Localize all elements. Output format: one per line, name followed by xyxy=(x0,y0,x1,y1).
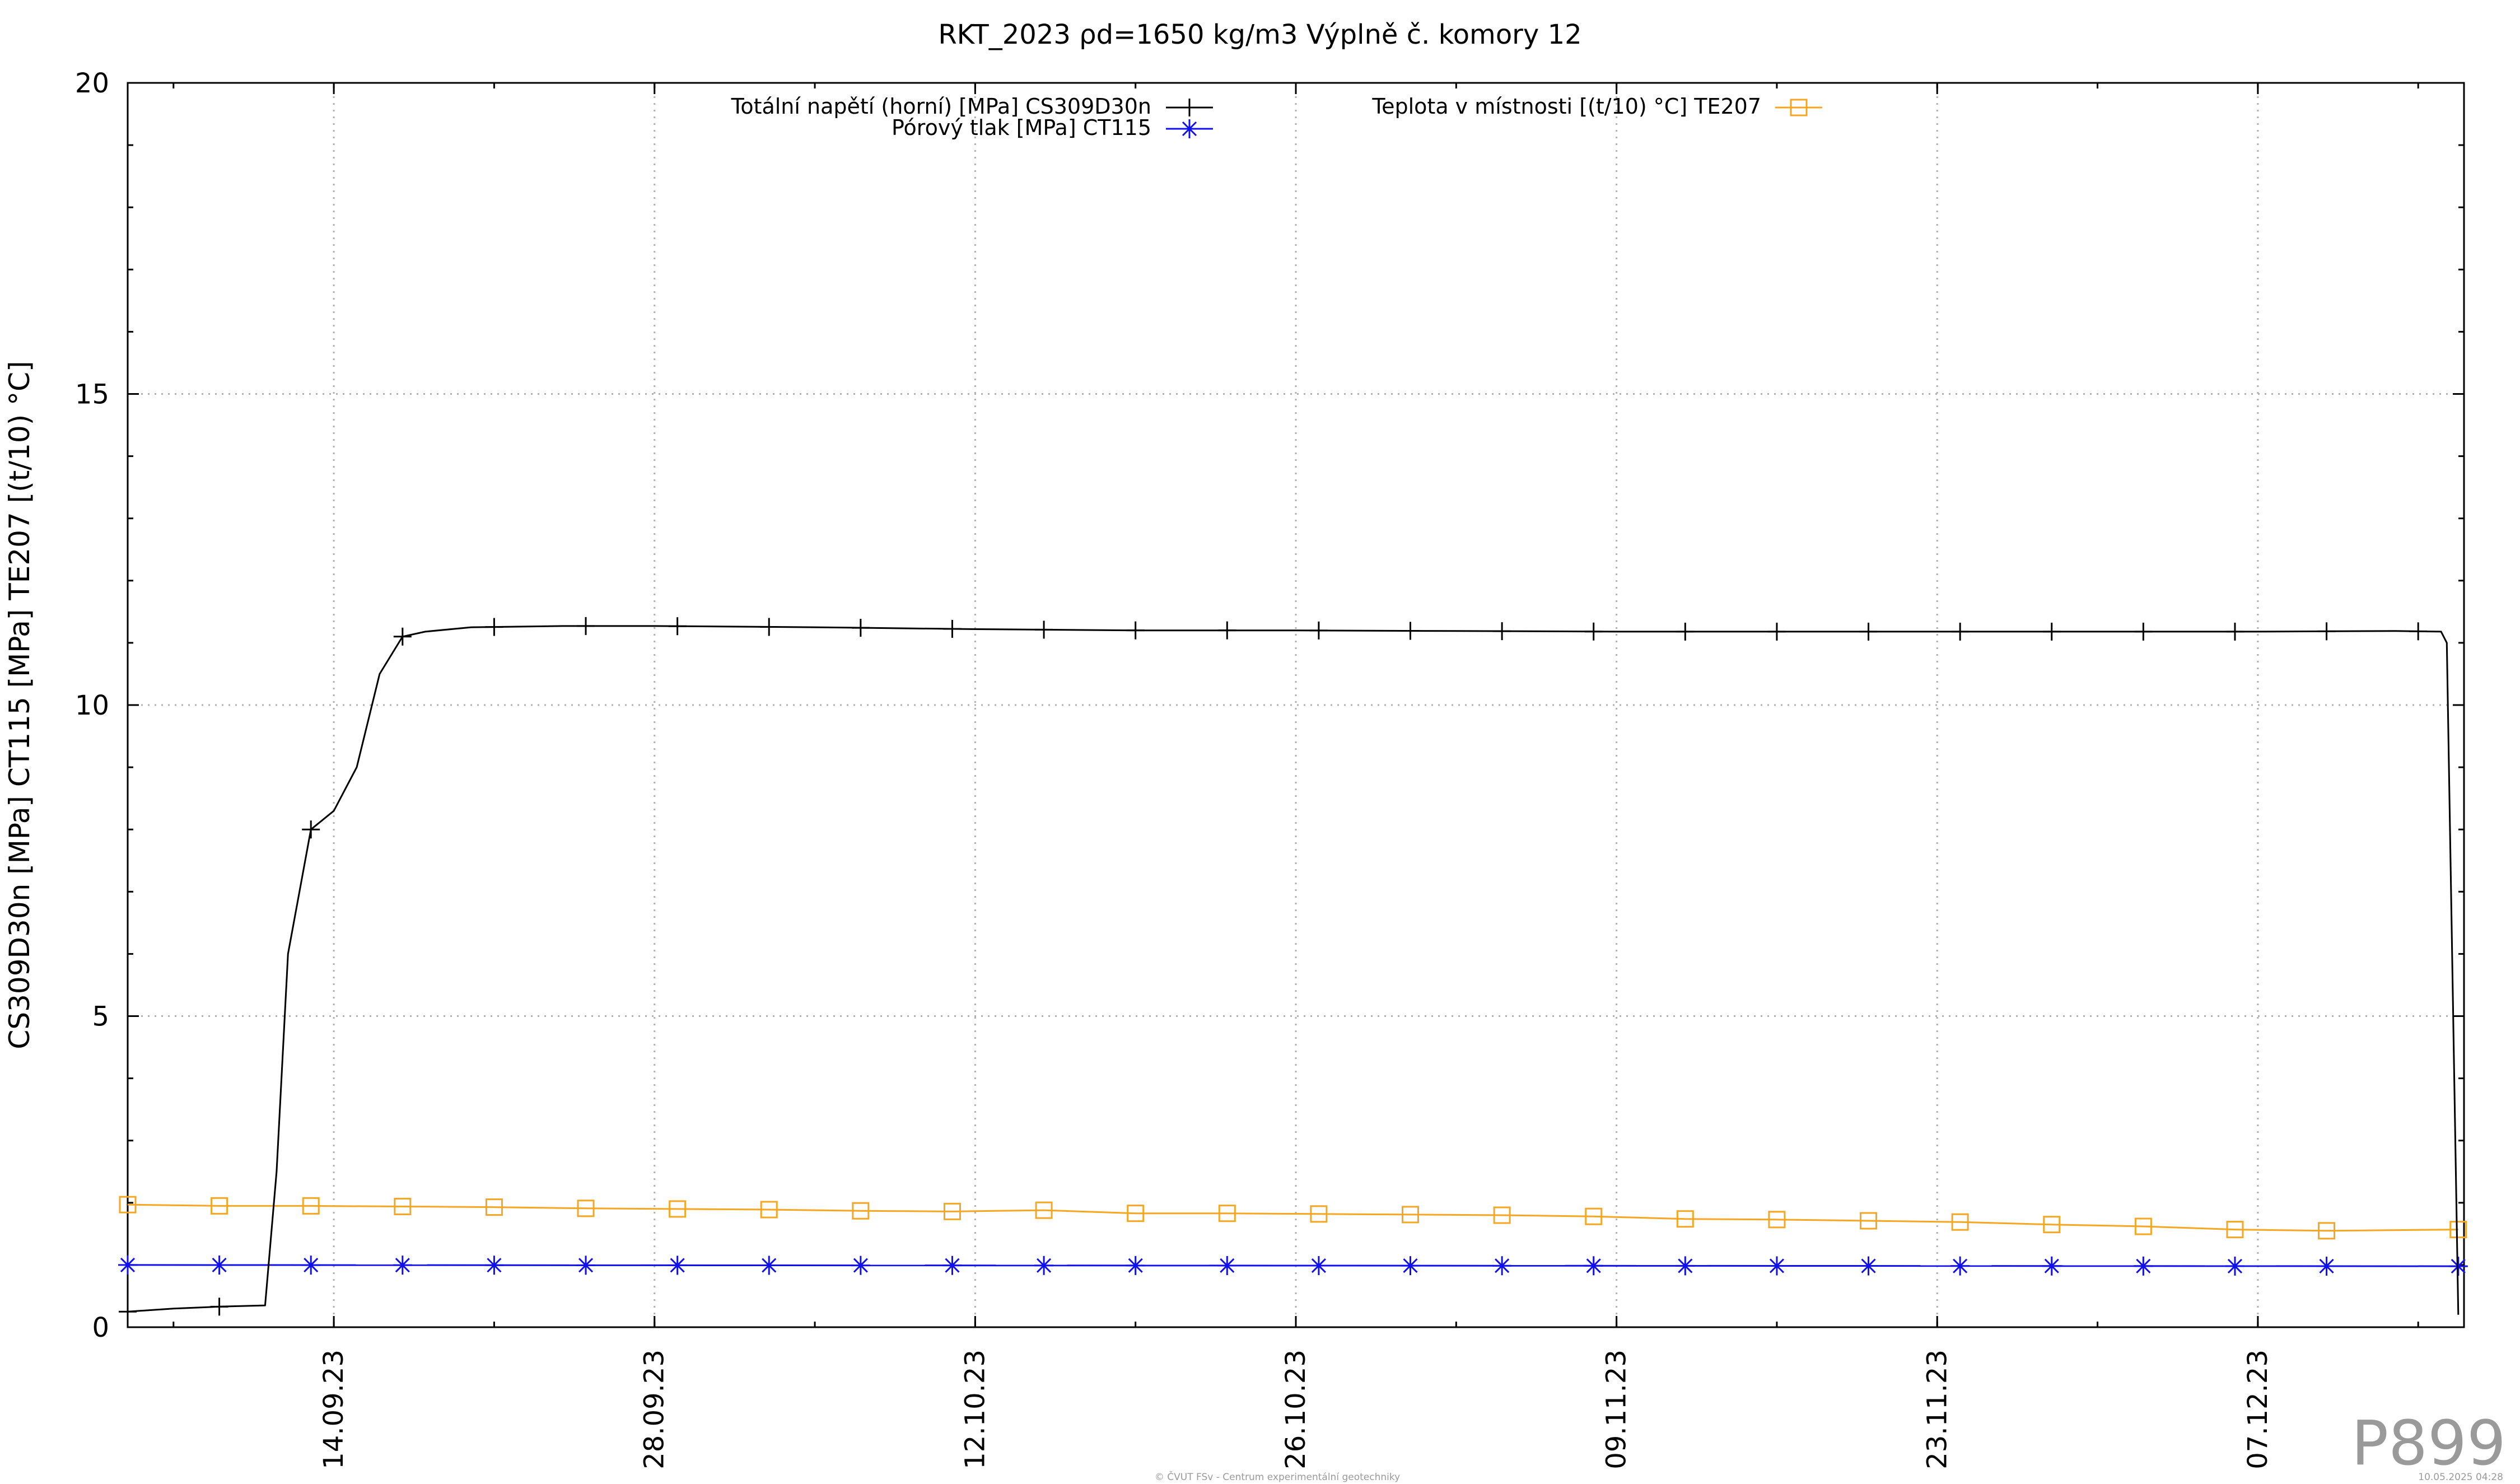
legend-sample-te207 xyxy=(1775,99,1822,116)
data-point-ct115 xyxy=(759,1256,779,1275)
data-point-ct115 xyxy=(1950,1256,1970,1276)
data-point-cs309d30n xyxy=(577,617,595,635)
data-point-cs309d30n xyxy=(302,820,320,839)
y-tick-label: 5 xyxy=(92,1001,109,1033)
series-ct115 xyxy=(118,1255,2468,1276)
data-point-cs309d30n xyxy=(1951,622,1970,641)
data-point-ct115 xyxy=(1767,1256,1786,1276)
data-point-cs309d30n xyxy=(1309,621,1328,640)
legend: Totální napětí (horní) [MPa] CS309D30n P… xyxy=(731,94,1822,140)
data-point-ct115 xyxy=(2225,1256,2244,1276)
y-tick-label: 0 xyxy=(92,1312,109,1343)
legend-marker xyxy=(1180,99,1198,116)
data-point-ct115 xyxy=(1492,1256,1512,1276)
footer-copyright: © ČVUT FSv - Centrum experimentální geot… xyxy=(1155,1471,1400,1483)
x-tick-label: 26.10.23 xyxy=(1280,1350,1312,1469)
x-tick-label: 23.11.23 xyxy=(1921,1350,1953,1469)
y-tick-label: 10 xyxy=(75,690,109,721)
grid xyxy=(128,83,2464,1327)
data-point-cs309d30n xyxy=(1401,622,1420,640)
data-point-ct115 xyxy=(209,1255,229,1275)
data-point-cs309d30n xyxy=(1218,621,1236,640)
data-point-cs309d30n xyxy=(2317,622,2336,641)
data-point-ct115 xyxy=(484,1256,504,1275)
data-point-ct115 xyxy=(1034,1256,1054,1275)
series-line-te207 xyxy=(127,1203,2458,1232)
data-point-ct115 xyxy=(1126,1256,1145,1275)
data-point-cs309d30n xyxy=(943,619,962,638)
series-te207 xyxy=(119,1196,2467,1240)
data-point-cs309d30n xyxy=(2409,622,2428,641)
data-point-ct115 xyxy=(1401,1256,1420,1276)
data-point-ct115 xyxy=(1584,1256,1603,1276)
data-point-ct115 xyxy=(851,1256,870,1275)
x-tick-label: 09.11.23 xyxy=(1601,1350,1632,1469)
data-point-ct115 xyxy=(118,1255,137,1275)
watermark-label: P899 xyxy=(2351,1407,2506,1479)
data-point-ct115 xyxy=(2134,1256,2153,1276)
data-point-cs309d30n xyxy=(2225,622,2244,641)
x-tick-label: 07.12.23 xyxy=(2242,1350,2274,1469)
data-point-cs309d30n xyxy=(485,618,503,636)
data-point-ct115 xyxy=(301,1256,321,1275)
data-point-cs309d30n xyxy=(760,618,778,636)
data-point-cs309d30n xyxy=(2134,622,2153,641)
data-point-cs309d30n xyxy=(1584,622,1603,641)
data-point-cs309d30n xyxy=(2042,622,2061,641)
x-tick-label: 14.09.23 xyxy=(318,1350,349,1469)
y-axis-label: CS309D30n [MPa] CT115 [MPa] TE207 [(t/10… xyxy=(3,361,36,1049)
chart: RKT_2023 ρd=1650 kg/m3 Výplně č. komory … xyxy=(3,19,2506,1483)
data-point-ct115 xyxy=(393,1256,412,1275)
data-point-cs309d30n xyxy=(1859,622,1878,641)
data-point-cs309d30n xyxy=(1035,620,1053,639)
data-point-cs309d30n xyxy=(1126,621,1145,640)
data-point-ct115 xyxy=(1309,1256,1328,1276)
data-point-ct115 xyxy=(942,1256,962,1275)
series-line-ct115 xyxy=(127,1264,2458,1267)
data-point-ct115 xyxy=(1217,1256,1237,1275)
data-point-cs309d30n xyxy=(210,1298,228,1316)
legend-marker xyxy=(1180,119,1199,138)
data-point-ct115 xyxy=(668,1256,687,1275)
data-point-ct115 xyxy=(1676,1256,1695,1276)
legend-label-te207: Teplota v místnosti [(t/10) °C] TE207 xyxy=(1371,94,1761,119)
data-point-cs309d30n xyxy=(668,617,687,636)
data-point-cs309d30n xyxy=(393,627,412,646)
data-point-ct115 xyxy=(1859,1256,1878,1276)
data-point-cs309d30n xyxy=(1767,622,1786,641)
data-point-cs309d30n xyxy=(1676,622,1695,641)
legend-sample-cs309d30n xyxy=(1166,99,1213,116)
x-tick-label: 28.09.23 xyxy=(639,1350,670,1469)
legend-sample-ct115 xyxy=(1166,119,1213,138)
data-point-cs309d30n xyxy=(1493,622,1511,641)
data-point-ct115 xyxy=(576,1256,596,1275)
chart-title: RKT_2023 ρd=1650 kg/m3 Výplně č. komory … xyxy=(938,19,1581,50)
data-point-cs309d30n xyxy=(119,1303,137,1321)
legend-label-ct115: Pórový tlak [MPa] CT115 xyxy=(892,115,1151,140)
series-layer xyxy=(118,617,2468,1321)
data-point-ct115 xyxy=(2317,1256,2336,1276)
series-cs309d30n xyxy=(119,617,2460,1321)
footer-timestamp: 10.05.2025 04:28 xyxy=(2418,1472,2503,1483)
data-point-cs309d30n xyxy=(851,619,870,637)
y-tick-label: 20 xyxy=(75,68,109,99)
data-point-ct115 xyxy=(2042,1256,2061,1276)
y-tick-label: 15 xyxy=(75,379,109,410)
x-tick-label: 12.10.23 xyxy=(959,1350,991,1469)
series-line-cs309d30n xyxy=(127,625,2460,1315)
y-axis: 0 5 10 15 20 xyxy=(75,68,2464,1343)
